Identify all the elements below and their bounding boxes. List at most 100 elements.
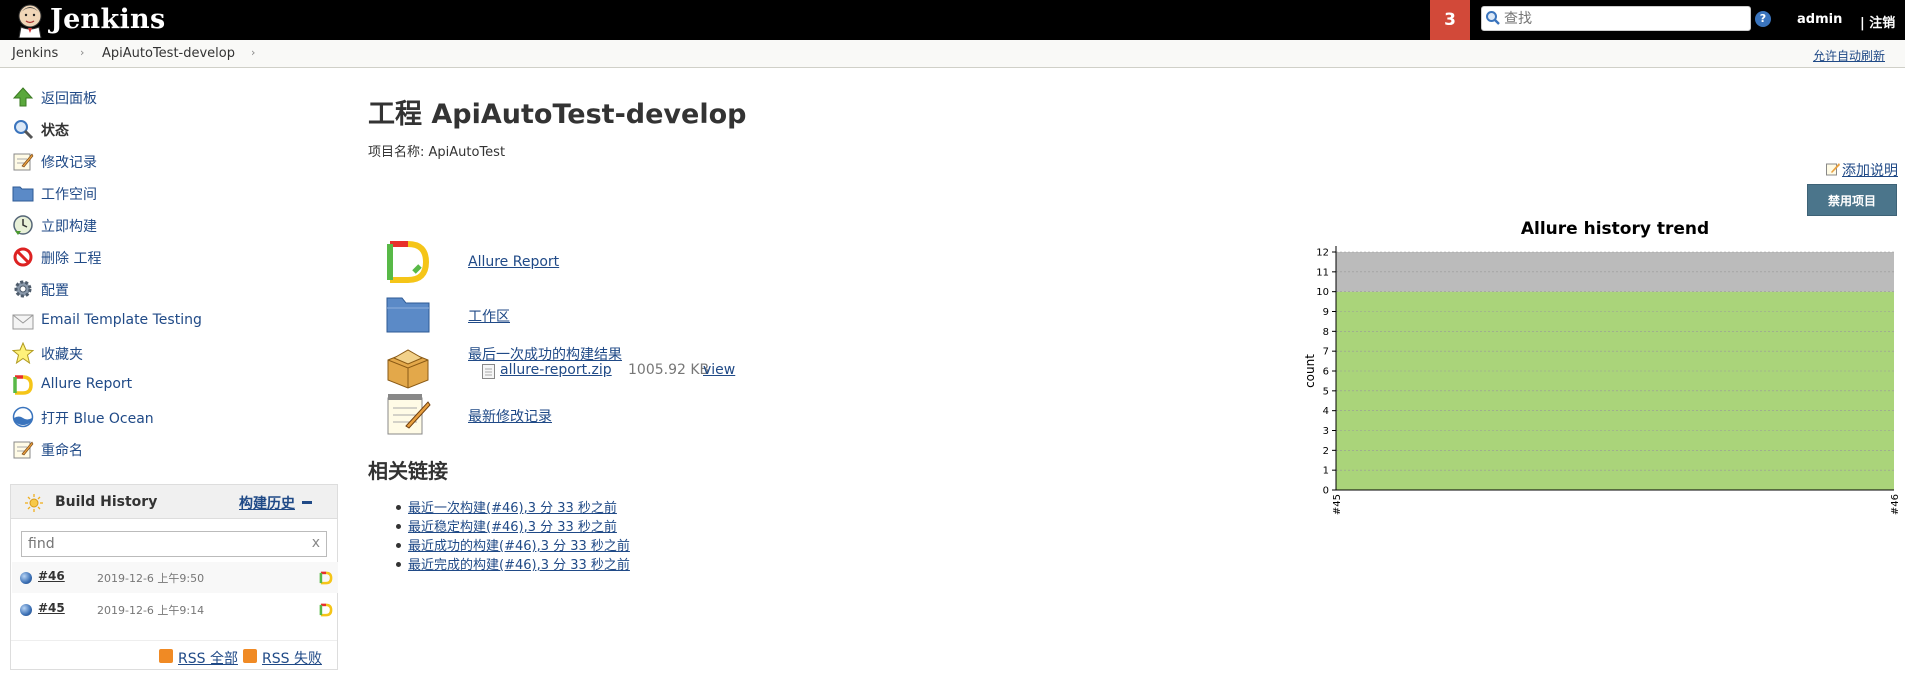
artifact-size: 1005.92 KB (628, 362, 710, 378)
sidebar-item-rename[interactable]: 重命名 (12, 435, 332, 461)
build-status-ball-icon (20, 604, 32, 616)
allure-icon[interactable] (384, 238, 432, 286)
collapse-icon[interactable] (302, 501, 312, 504)
y-tick-label: 7 (1323, 347, 1329, 358)
x-tick-label: #46 (1890, 494, 1900, 515)
allure-icon[interactable] (319, 571, 333, 585)
add-description-link[interactable]: 添加说明 (1842, 160, 1898, 180)
allure-icon (13, 375, 33, 395)
breadcrumb-separator[interactable]: › (251, 46, 255, 59)
related-link-last-build[interactable]: 最近一次构建(#46),3 分 33 秒之前 (408, 497, 617, 516)
rss-bar: RSS 全部 RSS 失败 (11, 640, 337, 670)
sidebar-item-allure-report[interactable]: Allure Report (12, 371, 332, 397)
sidebar-item-label: 返回面板 (41, 91, 97, 107)
search-box[interactable] (1481, 6, 1751, 31)
auto-refresh-link[interactable]: 允许自动刷新 (1813, 47, 1885, 64)
clear-filter-icon[interactable]: x (312, 535, 320, 551)
breadcrumb-jenkins[interactable]: Jenkins (12, 46, 58, 61)
sidebar-item-back-to-dashboard[interactable]: 返回面板 (12, 83, 332, 109)
sidebar-item-label: Email Template Testing (41, 312, 202, 328)
alert-count-badge[interactable]: 3 (1430, 0, 1470, 40)
star-icon (12, 342, 34, 364)
breadcrumb-project[interactable]: ApiAutoTest-develop (102, 46, 235, 61)
build-number-link[interactable]: #46 (38, 569, 65, 583)
app-name[interactable]: Jenkins (50, 4, 165, 35)
jenkins-logo-icon[interactable] (12, 2, 48, 38)
build-history-title: Build History (55, 494, 158, 510)
notepad-icon[interactable] (384, 390, 432, 438)
sidebar-item-delete-project[interactable]: 删除 工程 (12, 243, 332, 269)
area-series-passed (1336, 291, 1894, 490)
folder-icon[interactable] (384, 290, 432, 338)
sidebar-item-build-now[interactable]: 立即构建 (12, 211, 332, 237)
artifact-link[interactable]: allure-report.zip (500, 362, 612, 378)
logout-link[interactable]: | 注销 (1860, 12, 1895, 31)
package-icon[interactable] (384, 342, 432, 390)
edit-description-icon[interactable] (1826, 162, 1840, 176)
workspace-link[interactable]: 工作区 (468, 306, 510, 326)
user-link[interactable]: admin (1797, 12, 1842, 27)
sidebar-item-label: 配置 (41, 283, 69, 299)
sidebar-item-blue-ocean[interactable]: 打开 Blue Ocean (12, 403, 332, 429)
sidebar-item-status[interactable]: 状态 (12, 115, 332, 141)
help-icon[interactable]: ? (1755, 11, 1771, 27)
clock-icon (13, 215, 33, 235)
area-series-unknown (1336, 252, 1894, 292)
build-date: 2019-12-6 上午9:50 (97, 572, 205, 585)
y-tick-label: 8 (1323, 327, 1329, 338)
allure-trend-chart: Allure history trend0123456789101112#45 #… (1303, 219, 1900, 515)
rss-icon (159, 649, 173, 663)
notepad-icon (13, 441, 34, 459)
build-number-link[interactable]: #45 (38, 601, 65, 615)
disable-project-button[interactable]: 禁用项目 (1807, 184, 1897, 216)
related-link-last-stable[interactable]: 最近稳定构建(#46),3 分 33 秒之前 (408, 516, 617, 535)
y-tick-label: 12 (1316, 248, 1329, 259)
artifact-view-link[interactable]: view (703, 362, 735, 378)
sidebar-item-email-template-testing[interactable]: Email Template Testing (12, 307, 332, 333)
notepad-icon (13, 153, 34, 171)
build-history-panel: Build History 构建历史 x #46 2019-12-6 上午9:5… (10, 484, 338, 670)
y-tick-label: 0 (1323, 486, 1329, 497)
chart-title: Allure history trend (1521, 219, 1709, 239)
related-links-title: 相关链接 (368, 459, 448, 483)
sidebar-item-changes[interactable]: 修改记录 (12, 147, 332, 173)
sidebar-item-workspace[interactable]: 工作空间 (12, 179, 332, 205)
sidebar-item-configure[interactable]: 配置 (12, 275, 332, 301)
y-tick-label: 3 (1323, 426, 1329, 437)
allure-icon[interactable] (319, 603, 333, 617)
recent-changes-link[interactable]: 最新修改记录 (468, 406, 552, 426)
search-icon (1486, 11, 1500, 25)
file-icon (482, 364, 495, 379)
rss-all-link[interactable]: RSS 全部 (178, 648, 238, 668)
build-date: 2019-12-6 上午9:14 (97, 604, 205, 617)
build-filter-input[interactable] (28, 535, 298, 553)
build-row[interactable]: #46 2019-12-6 上午9:50 (12, 562, 338, 593)
y-tick-label: 4 (1323, 406, 1329, 417)
build-status-ball-icon (20, 572, 32, 584)
sidebar-item-label: 收藏夹 (41, 347, 83, 363)
build-filter-box[interactable]: x (21, 531, 327, 557)
breadcrumb: Jenkins › ApiAutoTest-develop › 允许自动刷新 (0, 40, 1905, 68)
breadcrumb-separator[interactable]: › (80, 46, 84, 59)
bullet (396, 524, 401, 529)
y-tick-label: 9 (1323, 307, 1329, 318)
y-tick-label: 5 (1323, 386, 1329, 397)
related-link-last-successful[interactable]: 最近成功的构建(#46),3 分 33 秒之前 (408, 535, 630, 554)
sidebar-item-label: 删除 工程 (41, 251, 102, 267)
allure-report-link[interactable]: Allure Report (468, 254, 559, 270)
sidebar-item-favorites[interactable]: 收藏夹 (12, 339, 332, 365)
folder-icon (12, 186, 34, 202)
y-tick-label: 11 (1316, 267, 1329, 278)
rss-failed-link[interactable]: RSS 失败 (262, 648, 322, 668)
build-trend-link[interactable]: 构建历史 (239, 493, 295, 513)
last-successful-link[interactable]: 最后一次成功的构建结果 (468, 344, 622, 364)
no-entry-icon (13, 247, 33, 267)
build-row[interactable]: #45 2019-12-6 上午9:14 (12, 594, 338, 625)
envelope-icon (12, 314, 34, 330)
sidebar-item-label: 重命名 (41, 443, 83, 459)
bullet (396, 543, 401, 548)
related-link-last-completed[interactable]: 最近完成的构建(#46),3 分 33 秒之前 (408, 554, 630, 573)
search-input[interactable] (1504, 9, 1744, 29)
build-history-header: Build History 构建历史 (11, 485, 337, 519)
page-title: 工程 ApiAutoTest-develop (368, 99, 747, 130)
